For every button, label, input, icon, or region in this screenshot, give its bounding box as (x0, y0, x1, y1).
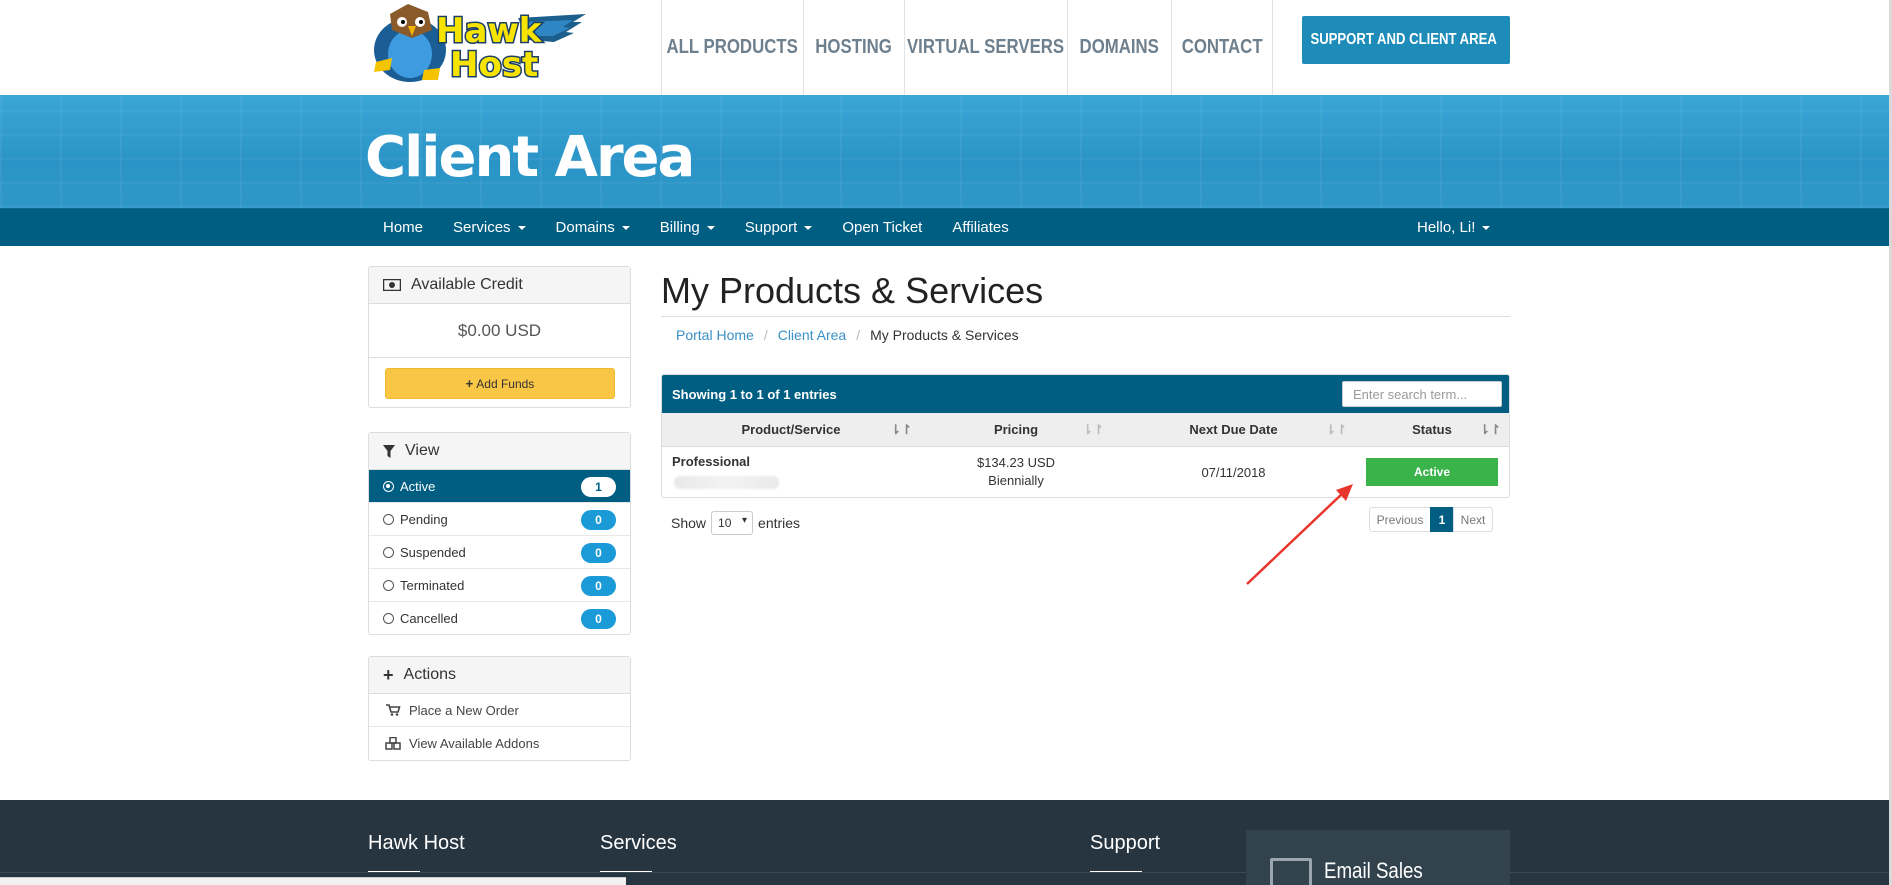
products-table: Showing 1 to 1 of 1 entries Enter search… (661, 374, 1510, 498)
caret-down-icon (621, 225, 630, 230)
hawk-host-logo[interactable]: Hawk Host (368, 0, 588, 86)
count-badge: 0 (581, 576, 616, 596)
product-name: Professional (672, 454, 751, 469)
nav-domains[interactable]: Domains (541, 209, 645, 246)
credit-title: Available Credit (411, 276, 523, 293)
nav-services[interactable]: Services (438, 209, 541, 246)
browser-status-bar (0, 877, 626, 885)
nav-open-ticket[interactable]: Open Ticket (827, 209, 937, 246)
actions-title: Actions (403, 666, 456, 683)
footer-heading-services: Services (600, 832, 677, 854)
status-badge: Active (1366, 458, 1498, 486)
col-next-due-date[interactable]: Next Due Date ⇂↾ (1112, 413, 1355, 446)
caret-down-icon (517, 225, 526, 230)
nav-support[interactable]: Support (730, 209, 828, 246)
money-icon (383, 279, 401, 291)
cart-icon (386, 704, 401, 716)
pagination-previous[interactable]: Previous (1369, 507, 1431, 532)
pagination-next[interactable]: Next (1453, 507, 1493, 532)
client-area-banner: Client Area (0, 95, 1892, 208)
user-menu[interactable]: Hello, Li! (1402, 209, 1505, 246)
count-badge: 1 (581, 477, 616, 497)
filter-cancelled[interactable]: Cancelled 0 (369, 602, 630, 635)
banner-title: Client Area (365, 125, 695, 190)
radio-icon (383, 613, 394, 624)
top-nav: ALL PRODUCTS HOSTING VIRTUAL SERVERS DOM… (661, 0, 1273, 95)
add-funds-button[interactable]: + Add Funds (385, 368, 615, 399)
view-available-addons-link[interactable]: View Available Addons (369, 727, 630, 760)
topnav-all-products[interactable]: ALL PRODUCTS (661, 0, 803, 95)
count-badge: 0 (581, 609, 616, 629)
caret-down-icon (804, 225, 813, 230)
search-input[interactable]: Enter search term... (1342, 381, 1502, 407)
envelope-icon (1270, 858, 1312, 885)
filter-suspended[interactable]: Suspended 0 (369, 536, 630, 569)
pagination-page-1[interactable]: 1 (1430, 507, 1454, 532)
view-title: View (405, 442, 440, 459)
table-header: Product/Service ⇂↾ Pricing ⇂↾ Next Due D… (662, 413, 1509, 447)
radio-icon (383, 513, 394, 525)
radio-icon (383, 579, 394, 591)
topnav-domains[interactable]: DOMAINS (1067, 0, 1171, 95)
sort-asc-icon: ⇂↾ (890, 422, 912, 437)
page-length-select[interactable]: 10 (711, 511, 754, 535)
lifebuoy-icon (1294, 29, 1303, 51)
email-sales-box[interactable]: Email Sales (1246, 830, 1510, 885)
credit-amount: $0.00 USD (369, 304, 630, 358)
filter-active[interactable]: Active 1 (369, 470, 630, 503)
page-length-control: Show 10 entries (671, 511, 800, 535)
sort-icon: ⇂↾ (1325, 422, 1347, 437)
footer-heading-hawk-host: Hawk Host (368, 832, 465, 854)
breadcrumb: Portal Home / Client Area / My Products … (676, 327, 1019, 343)
footer: Hawk Host Services Support Email Sales (0, 800, 1892, 885)
breadcrumb-client-area[interactable]: Client Area (778, 327, 846, 343)
table-row[interactable]: Professional $134.23 USD Biennially 07/1… (662, 447, 1509, 497)
title-divider (661, 316, 1510, 317)
caret-down-icon (706, 225, 715, 230)
product-pricing: $134.23 USD Biennially (976, 455, 1056, 488)
actions-panel: + Actions Place a New Order View Availab… (368, 656, 631, 761)
available-credit-panel: Available Credit $0.00 USD + Add Funds (368, 266, 631, 408)
redacted-domain (674, 476, 779, 489)
filter-icon (383, 444, 395, 458)
plus-icon: + (465, 376, 474, 391)
view-filter-panel: View Active 1 Pending 0 Suspended 0 Term… (368, 432, 631, 635)
table-info: Showing 1 to 1 of 1 entries (672, 386, 837, 402)
filter-terminated[interactable]: Terminated 0 (369, 569, 630, 602)
topnav-virtual-servers[interactable]: VIRTUAL SERVERS (904, 0, 1067, 95)
main-nav: Home Services Domains Billing Support Op… (0, 208, 1892, 246)
sort-icon: ⇂↾ (1082, 422, 1104, 437)
cubes-icon (385, 737, 401, 750)
col-pricing[interactable]: Pricing ⇂↾ (920, 413, 1112, 446)
col-product-service[interactable]: Product/Service ⇂↾ (662, 413, 920, 446)
place-new-order-link[interactable]: Place a New Order (369, 694, 630, 727)
annotation-arrow-icon (1246, 484, 1353, 585)
nav-affiliates[interactable]: Affiliates (937, 209, 1023, 246)
count-badge: 0 (581, 543, 616, 563)
radio-selected-icon (383, 480, 394, 492)
page-title: My Products & Services (661, 270, 1044, 311)
caret-down-icon (1482, 225, 1491, 230)
breadcrumb-current: My Products & Services (870, 327, 1019, 343)
filter-pending[interactable]: Pending 0 (369, 503, 630, 536)
plus-icon: + (383, 664, 394, 685)
svg-text:Host: Host (450, 45, 538, 85)
top-header: Hawk Host ALL PRODUCTS HOSTING VIRTUAL S… (0, 0, 1892, 95)
col-status[interactable]: Status ⇂↾ (1355, 413, 1509, 446)
breadcrumb-portal-home[interactable]: Portal Home (676, 327, 754, 343)
footer-heading-support: Support (1090, 832, 1161, 854)
nav-home[interactable]: Home (368, 209, 438, 246)
support-client-area-button[interactable]: SUPPORT AND CLIENT AREA (1294, 16, 1510, 64)
nav-billing[interactable]: Billing (645, 209, 730, 246)
pagination: Previous 1 Next (1369, 507, 1493, 532)
topnav-contact[interactable]: CONTACT (1171, 0, 1273, 95)
radio-icon (383, 546, 394, 558)
count-badge: 0 (581, 510, 616, 530)
topnav-hosting[interactable]: HOSTING (803, 0, 904, 95)
sort-asc-icon: ⇂↾ (1479, 422, 1501, 437)
